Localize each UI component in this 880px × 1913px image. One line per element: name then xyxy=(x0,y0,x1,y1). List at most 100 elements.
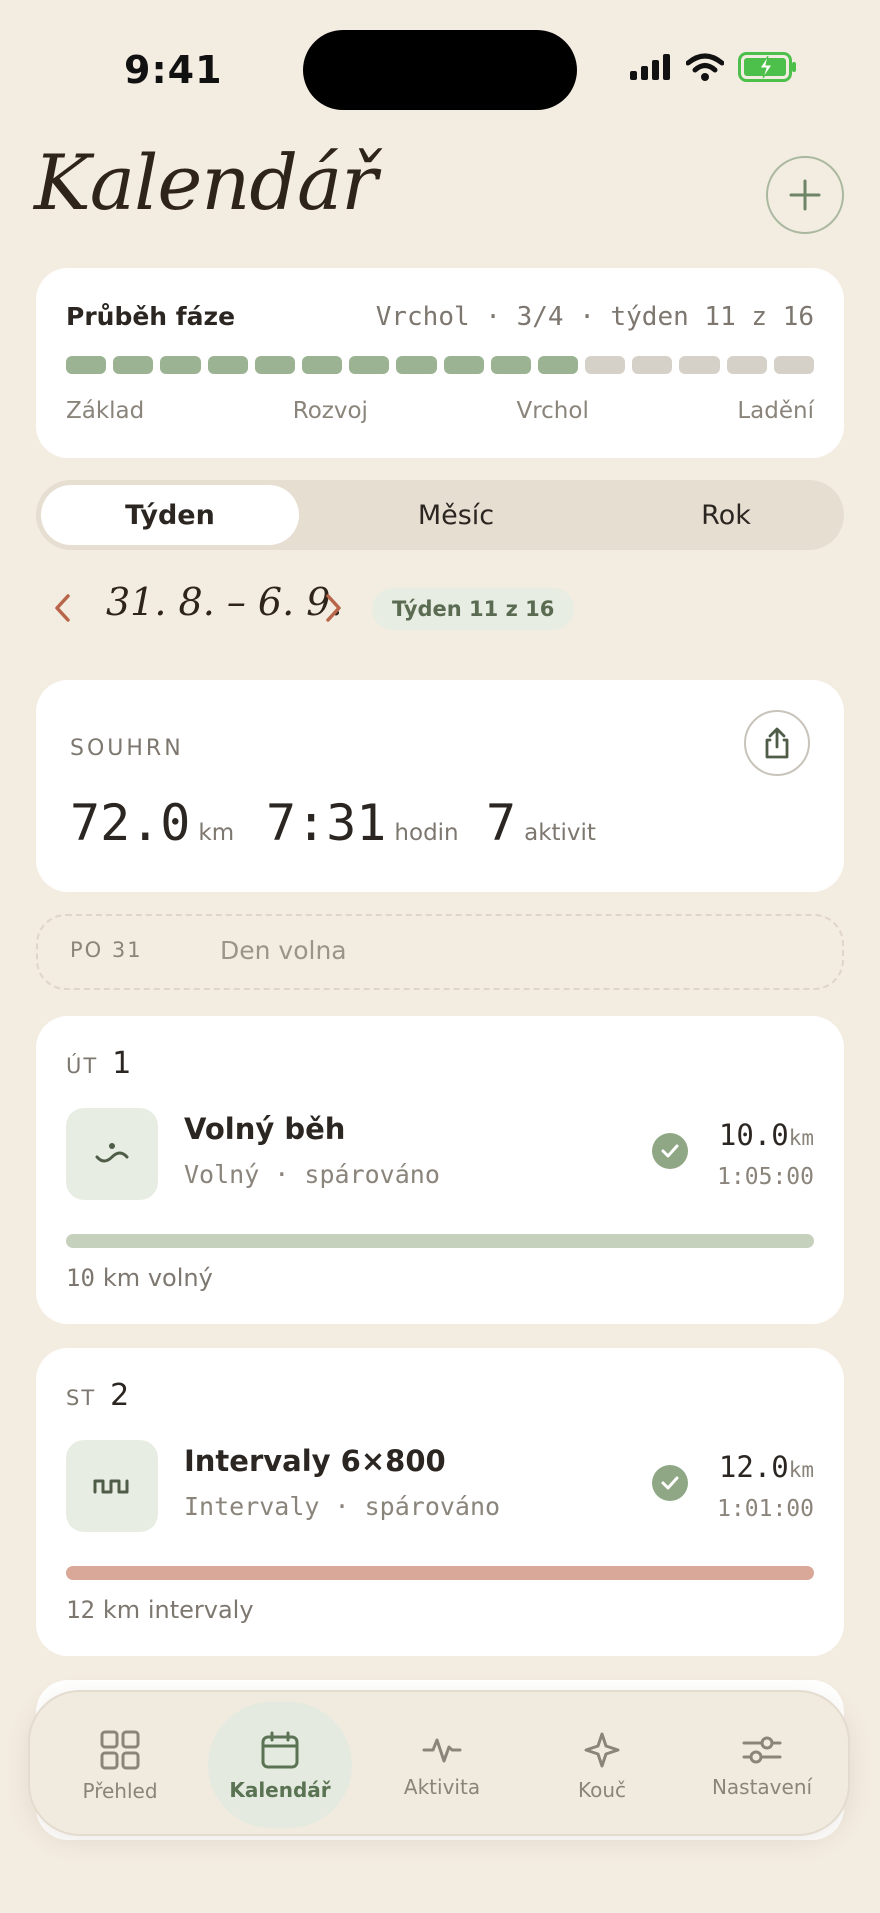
phase-week-segment xyxy=(113,356,154,374)
phase-progress-card: Průběh fáze Vrchol · 3/4 · týden 11 z 16… xyxy=(36,268,844,458)
summary-label: SOUHRN xyxy=(70,736,184,761)
phase-week-segment xyxy=(726,356,767,374)
tab-overview[interactable]: Přehled xyxy=(50,1710,190,1822)
tab-week[interactable]: Týden xyxy=(41,485,299,545)
grid-icon xyxy=(100,1730,140,1770)
summary-time-unit: hodin xyxy=(394,820,459,846)
completed-check-icon xyxy=(652,1465,688,1501)
phase-labels: Základ Rozvoj Vrchol Ladění xyxy=(66,398,814,424)
day-header: ÚT 1 xyxy=(66,1046,131,1081)
rest-day-text: Den volna xyxy=(220,936,347,965)
status-bar: 9:41 xyxy=(0,0,880,120)
rest-day-label: PO 31 xyxy=(70,938,143,962)
phase-progress-bar xyxy=(66,356,814,374)
phase-week-segment xyxy=(396,356,437,374)
workout-type-badge xyxy=(66,1440,158,1532)
summary-distance-unit: km xyxy=(198,820,235,846)
chevron-left-icon xyxy=(55,594,70,622)
sliders-icon xyxy=(742,1736,782,1764)
next-week-button[interactable] xyxy=(324,592,344,628)
workout-distance-unit: km xyxy=(788,1458,814,1482)
page-title: Kalendář xyxy=(34,138,378,227)
tab-year[interactable]: Rok xyxy=(606,485,846,545)
phase-title: Průběh fáze xyxy=(66,302,236,331)
tab-label: Kouč xyxy=(577,1778,627,1802)
phase-week-segment xyxy=(301,356,343,374)
week-badge: Týden 11 z 16 xyxy=(372,588,575,630)
share-button[interactable] xyxy=(744,710,810,776)
phase-label: Základ xyxy=(66,398,145,424)
phase-week-segment xyxy=(160,356,201,374)
chevron-right-icon xyxy=(326,594,341,622)
workout-note-text: km volný xyxy=(102,1264,213,1292)
workout-card[interactable]: ST 2 Intervaly 6×800 Intervaly · spárová… xyxy=(36,1348,844,1656)
workout-card[interactable]: ÚT 1 Volný běh Volný · spárováno 10.0 km… xyxy=(36,1016,844,1324)
workout-distance-value: 12.0 xyxy=(718,1450,789,1484)
workout-duration: 1:01:00 xyxy=(717,1496,814,1522)
phase-label: Vrchol xyxy=(516,398,589,424)
tab-label: Přehled xyxy=(82,1779,158,1803)
phase-week-segment xyxy=(254,356,295,374)
tab-label: Nastavení xyxy=(711,1775,813,1799)
tab-settings[interactable]: Nastavení xyxy=(692,1710,832,1822)
summary-activities: 7 aktivit xyxy=(486,794,596,852)
phase-meta: Vrchol · 3/4 · týden 11 z 16 xyxy=(375,302,814,332)
calendar-icon xyxy=(261,1731,299,1769)
phase-week-segment xyxy=(207,356,248,374)
plus-icon xyxy=(789,179,821,211)
phase-week-segment xyxy=(349,356,390,374)
sparkle-icon xyxy=(584,1732,620,1768)
tab-coach[interactable]: Kouč xyxy=(532,1710,672,1822)
day-abbr: ÚT xyxy=(66,1054,99,1078)
phase-week-segment xyxy=(585,356,626,374)
bottom-tab-bar: Přehled Kalendář Aktivita Kouč Nastavení xyxy=(28,1690,850,1836)
workout-note-number: 12 xyxy=(66,1596,95,1624)
tab-calendar[interactable]: Kalendář xyxy=(208,1702,352,1828)
summary-time-value: 7:31 xyxy=(266,794,387,852)
phase-label: Ladění xyxy=(737,398,814,424)
workout-distance-value: 10.0 xyxy=(718,1118,789,1152)
phase-label: Rozvoj xyxy=(292,398,368,424)
add-button[interactable] xyxy=(766,156,844,234)
workout-note-number: 10 xyxy=(66,1264,95,1292)
battery-icon xyxy=(738,52,796,82)
previous-week-button[interactable] xyxy=(52,592,72,628)
tab-month[interactable]: Měsíc xyxy=(336,485,576,545)
phase-week-segment xyxy=(490,356,531,374)
wifi-icon xyxy=(686,53,724,81)
dynamic-island xyxy=(303,30,577,110)
workout-distance: 12.0 km xyxy=(719,1450,814,1484)
completed-check-icon xyxy=(652,1133,688,1169)
workout-name: Intervaly 6×800 xyxy=(184,1444,446,1478)
workout-type-badge xyxy=(66,1108,158,1200)
summary-distance: 72.0 km xyxy=(70,794,234,852)
workout-note-text: km intervaly xyxy=(102,1596,254,1624)
rest-day-row[interactable]: PO 31 Den volna xyxy=(36,914,844,990)
tab-label: Aktivita xyxy=(403,1775,481,1799)
workout-distance-unit: km xyxy=(788,1126,814,1150)
workout-note: 12 km intervaly xyxy=(66,1596,254,1624)
summary-distance-value: 72.0 xyxy=(70,794,191,852)
summary-card: SOUHRN 72.0 km 7:31 hodin 7 aktivit xyxy=(36,680,844,892)
phase-week-segment xyxy=(773,356,814,374)
status-icons xyxy=(630,52,798,82)
day-number: 1 xyxy=(112,1046,132,1081)
workout-progress-bar xyxy=(66,1566,814,1580)
summary-time: 7:31 hodin xyxy=(266,794,459,852)
phase-week-segment xyxy=(66,356,107,374)
workout-note: 10 km volný xyxy=(66,1264,213,1292)
range-segmented-control: Týden Měsíc Rok xyxy=(36,480,844,550)
phase-week-segment xyxy=(632,356,673,374)
status-time: 9:41 xyxy=(124,48,223,92)
phase-week-segment xyxy=(679,356,720,374)
workout-distance: 10.0 km xyxy=(719,1118,814,1152)
tab-label: Kalendář xyxy=(229,1778,331,1802)
workout-progress-bar xyxy=(66,1234,814,1248)
tab-activity[interactable]: Aktivita xyxy=(372,1710,512,1822)
workout-subtitle: Intervaly · spárováno xyxy=(184,1492,501,1521)
intervals-icon xyxy=(93,1479,129,1494)
day-number: 2 xyxy=(110,1378,130,1413)
day-header: ST 2 xyxy=(66,1378,129,1413)
summary-activities-unit: aktivit xyxy=(524,820,596,846)
phase-week-segment xyxy=(443,356,484,374)
